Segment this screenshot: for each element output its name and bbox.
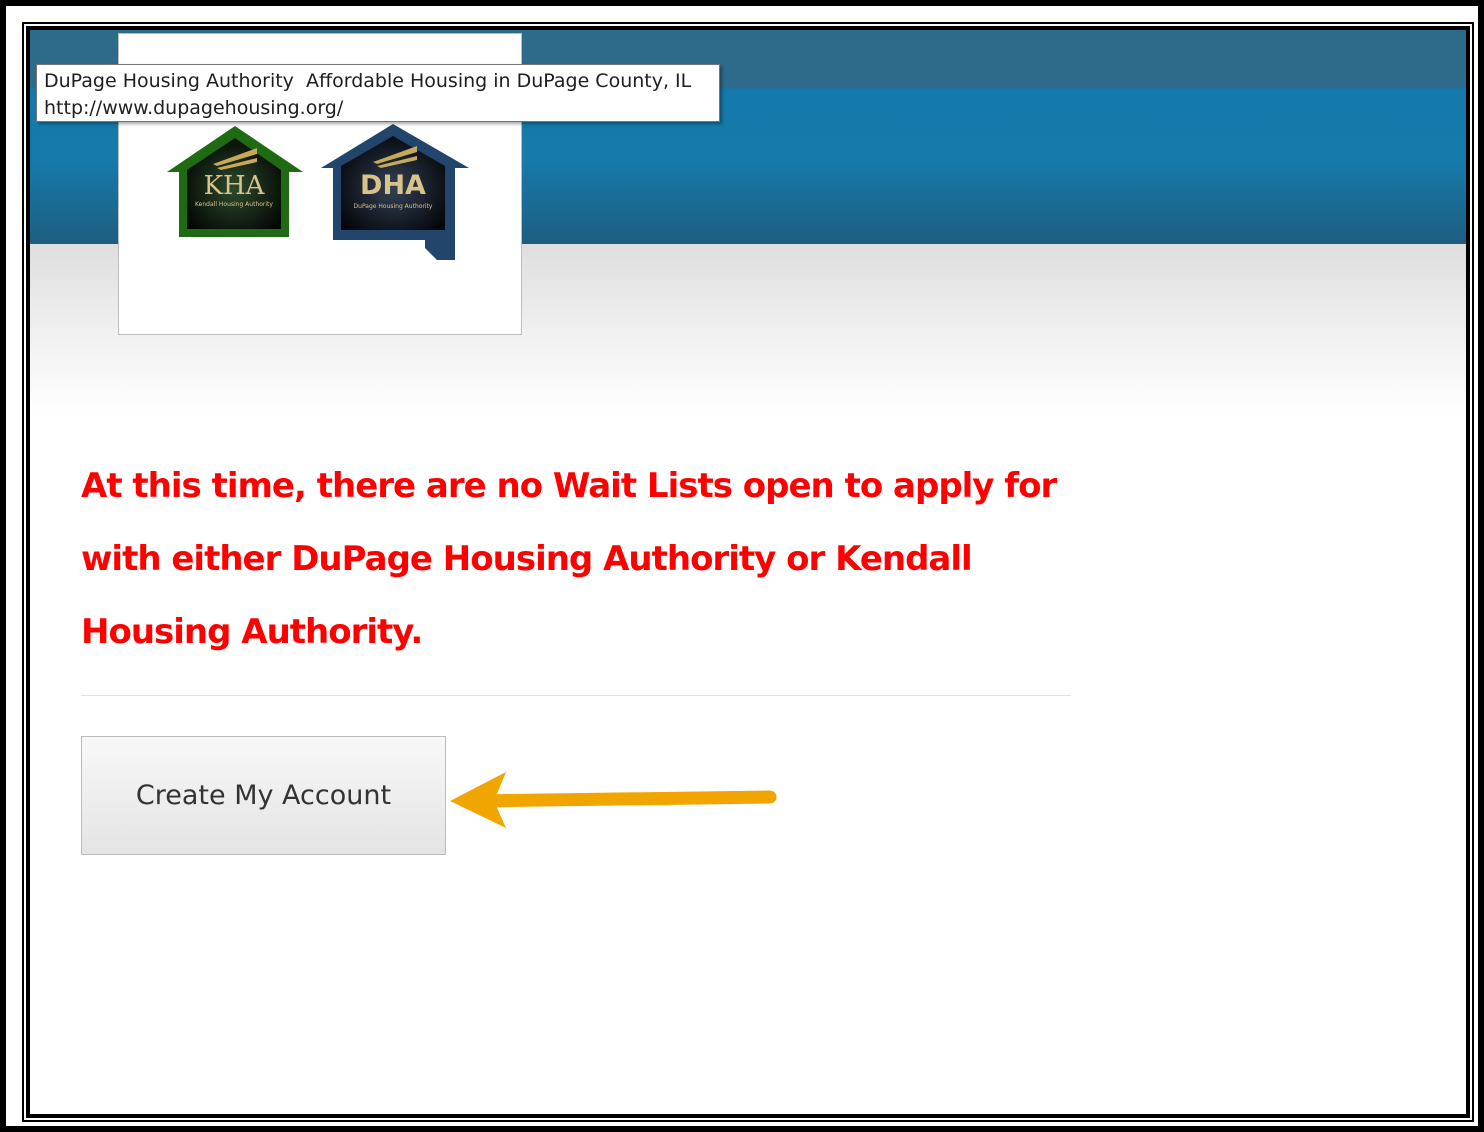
browser-viewport: KHA Kendall Housing Authority DHA DuPage…	[26, 26, 1470, 1118]
create-account-button[interactable]: Create My Account	[81, 736, 446, 855]
link-tooltip: DuPage Housing Authority Affordable Hous…	[36, 64, 720, 122]
kha-logo-name: Kendall Housing Authority	[195, 201, 273, 208]
screenshot-frame: KHA Kendall Housing Authority DHA DuPage…	[0, 0, 1484, 1132]
content-divider	[81, 695, 1071, 696]
kha-logo-abbr: KHA	[204, 171, 266, 201]
arrow-left-icon	[450, 772, 777, 828]
dha-logo: DHA DuPage Housing Authority	[321, 124, 469, 260]
kha-logo: KHA Kendall Housing Authority	[167, 126, 303, 237]
dha-logo-name: DuPage Housing Authority	[354, 203, 433, 210]
tooltip-title: DuPage Housing Authority Affordable Hous…	[44, 70, 692, 92]
dha-logo-abbr: DHA	[360, 170, 426, 201]
waitlist-closed-message: At this time, there are no Wait Lists op…	[81, 466, 1057, 652]
tooltip-url: http://www.dupagehousing.org/	[44, 97, 344, 119]
